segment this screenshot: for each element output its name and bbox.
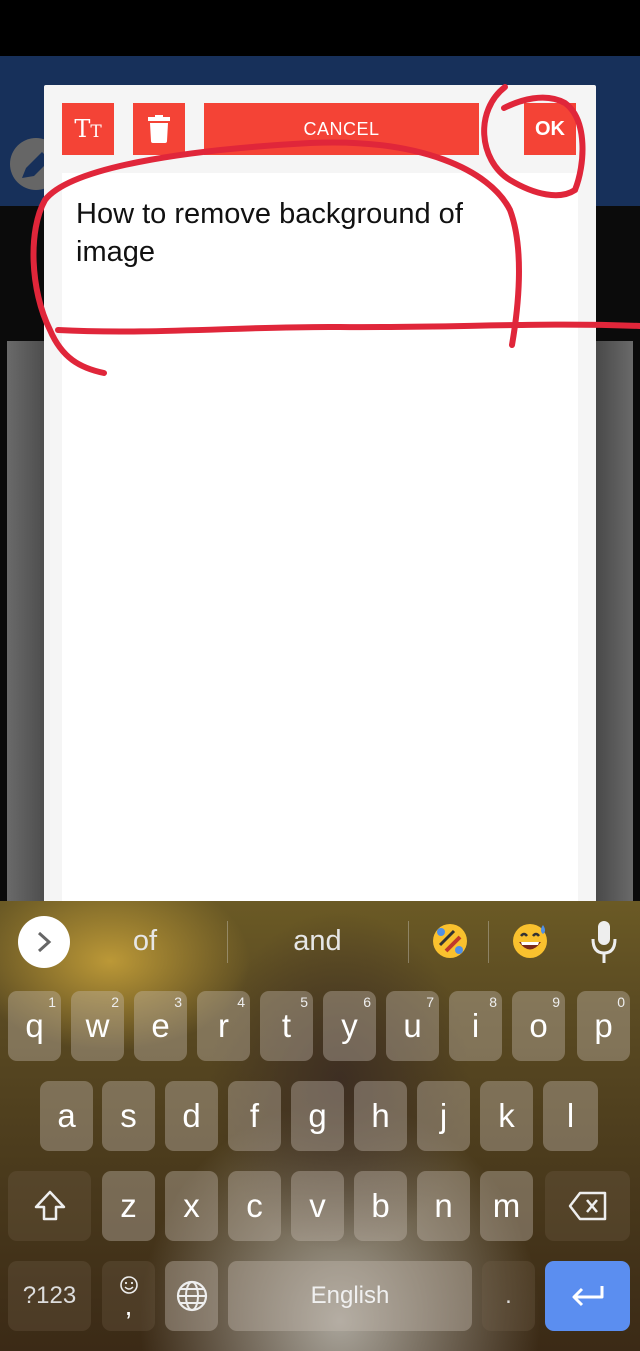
key-v[interactable]: v: [291, 1171, 344, 1241]
shift-key[interactable]: [8, 1171, 91, 1241]
text-size-icon: TT: [74, 115, 102, 143]
suggestion-word[interactable]: and: [240, 921, 395, 961]
delete-button[interactable]: [133, 103, 185, 155]
key-t[interactable]: t5: [260, 991, 313, 1061]
emoji-grinning-sweat-icon[interactable]: [510, 921, 550, 961]
key-w[interactable]: w2: [71, 991, 124, 1061]
symbols-key[interactable]: ?123: [8, 1261, 91, 1331]
text-edit-dialog: TT CANCEL OK How to remove background of…: [44, 85, 596, 905]
soft-keyboard: of and q1 w2 e3 r4 t5 y6 u7 i8 o9 p 0 a …: [0, 901, 640, 1351]
key-p[interactable]: p0: [577, 991, 630, 1061]
key-x[interactable]: x: [165, 1171, 218, 1241]
globe-icon: [176, 1280, 207, 1312]
key-l[interactable]: l: [543, 1081, 598, 1151]
key-y[interactable]: y6: [323, 991, 376, 1061]
emoji-rofl-icon[interactable]: [430, 921, 470, 961]
language-key[interactable]: [165, 1261, 218, 1331]
shift-icon: [34, 1190, 65, 1221]
backspace-icon: [568, 1191, 606, 1221]
key-e[interactable]: e3: [134, 991, 187, 1061]
key-k[interactable]: k: [480, 1081, 533, 1151]
enter-icon: [572, 1286, 603, 1307]
status-bar: [0, 0, 640, 56]
key-f[interactable]: f: [228, 1081, 281, 1151]
text-input[interactable]: How to remove background of image: [62, 173, 578, 905]
key-o[interactable]: o9: [512, 991, 565, 1061]
key-s[interactable]: s: [102, 1081, 155, 1151]
expand-toolbar-button[interactable]: [18, 916, 70, 968]
suggestion-divider: [488, 921, 489, 963]
space-key[interactable]: English: [228, 1261, 472, 1331]
trash-icon: [148, 115, 170, 143]
text-line-2: image: [76, 236, 155, 268]
key-n[interactable]: n: [417, 1171, 470, 1241]
key-g[interactable]: g: [291, 1081, 344, 1151]
suggestion-strip: of and: [0, 901, 640, 981]
key-a[interactable]: a: [40, 1081, 93, 1151]
key-b[interactable]: b: [354, 1171, 407, 1241]
microphone-icon[interactable]: [590, 921, 618, 963]
key-m[interactable]: m: [480, 1171, 533, 1241]
key-j[interactable]: j: [417, 1081, 470, 1151]
suggestion-divider: [408, 921, 409, 963]
suggestion-divider: [227, 921, 228, 963]
text-line-1: How to remove background of: [76, 198, 463, 230]
cancel-button[interactable]: CANCEL: [204, 103, 479, 155]
suggestion-word[interactable]: of: [90, 921, 200, 961]
backspace-key[interactable]: [545, 1171, 630, 1241]
ok-button[interactable]: OK: [524, 103, 576, 155]
dialog-toolbar: TT CANCEL OK: [62, 103, 578, 155]
period-key[interactable]: .: [482, 1261, 535, 1331]
key-z[interactable]: z: [102, 1171, 155, 1241]
key-r[interactable]: r4: [197, 991, 250, 1061]
key-u[interactable]: u7: [386, 991, 439, 1061]
chevron-right-icon: [37, 931, 52, 953]
key-c[interactable]: c: [228, 1171, 281, 1241]
enter-key[interactable]: [545, 1261, 630, 1331]
key-i[interactable]: i8: [449, 991, 502, 1061]
key-q[interactable]: q1: [8, 991, 61, 1061]
key-h[interactable]: h: [354, 1081, 407, 1151]
key-d[interactable]: d: [165, 1081, 218, 1151]
comma-emoji-key[interactable]: ,: [102, 1261, 155, 1331]
font-size-button[interactable]: TT: [62, 103, 114, 155]
